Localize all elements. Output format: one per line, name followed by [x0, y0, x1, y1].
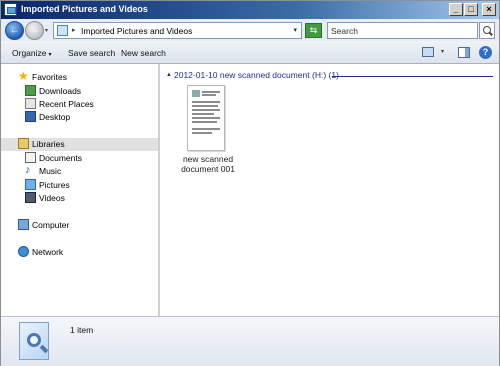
command-bar: Organize ▾ Save search New search ▾ ? — [1, 41, 499, 64]
libraries-icon — [18, 138, 29, 149]
change-view-icon[interactable] — [422, 47, 434, 57]
file-name: new scanned document 001 — [174, 154, 242, 174]
new-search-button[interactable]: New search — [121, 48, 166, 58]
recent-places-icon — [25, 98, 36, 109]
help-icon[interactable]: ? — [479, 46, 492, 59]
details-pane: 1 item — [1, 316, 499, 366]
sidebar-item-desktop[interactable]: Desktop — [1, 111, 158, 124]
search-input[interactable]: Search — [327, 22, 478, 39]
explorer-window: Imported Pictures and Videos _ □ × ← → ▾… — [0, 0, 500, 366]
window-title: Imported Pictures and Videos — [21, 4, 148, 14]
folder-pictures-icon — [4, 3, 17, 16]
collapse-group-icon[interactable]: ▲ — [166, 72, 172, 78]
sidebar-item-label: Desktop — [39, 112, 71, 122]
sidebar-item-recent-places[interactable]: Recent Places — [1, 98, 158, 111]
view-options-dropdown-icon[interactable]: ▾ — [441, 48, 444, 55]
file-name-line: new scanned — [182, 154, 234, 164]
sidebar-item-favorites[interactable]: ★ Favorites — [1, 69, 158, 84]
breadcrumb-item[interactable]: Imported Pictures and Videos — [81, 26, 192, 36]
sidebar-item-label: Videos — [39, 193, 65, 203]
star-icon: ★ — [18, 69, 29, 83]
search-results-icon — [19, 322, 49, 360]
sidebar-item-label: Recent Places — [39, 99, 94, 109]
group-title: 2012-01-10 new scanned document (H:) (1) — [174, 70, 339, 80]
videos-icon — [25, 192, 36, 203]
sidebar-item-videos[interactable]: Videos — [1, 192, 158, 205]
computer-icon — [18, 219, 29, 230]
item-count: 1 item — [70, 325, 94, 335]
pictures-icon — [25, 179, 36, 190]
sidebar-item-pictures[interactable]: Pictures — [1, 179, 158, 192]
sidebar-item-label: Documents — [39, 153, 82, 163]
sidebar-item-label: Computer — [32, 220, 70, 230]
file-item[interactable]: new scanned document 001 — [180, 84, 240, 176]
address-row: ← → ▾ ▸ Imported Pictures and Videos ▾ ⇆… — [1, 19, 499, 41]
sidebar-item-label: Network — [32, 247, 64, 257]
close-button[interactable]: × — [482, 3, 496, 16]
minimize-button[interactable]: _ — [449, 3, 463, 16]
organize-label: Organize — [12, 48, 47, 58]
group-header[interactable]: ▲ 2012-01-10 new scanned document (H:) (… — [166, 70, 493, 82]
sidebar-item-label: Music — [39, 166, 62, 176]
sidebar-item-downloads[interactable]: Downloads — [1, 85, 158, 98]
file-list-pane[interactable]: ▲ 2012-01-10 new scanned document (H:) (… — [160, 64, 499, 316]
sidebar-item-label: Favorites — [32, 72, 67, 82]
breadcrumb-separator-icon[interactable]: ▸ — [72, 26, 76, 34]
sidebar-item-computer[interactable]: Computer — [1, 219, 158, 232]
sidebar-item-libraries[interactable]: Libraries — [1, 138, 158, 151]
title-bar[interactable]: Imported Pictures and Videos _ □ × — [1, 1, 499, 19]
sidebar-item-label: Libraries — [32, 139, 65, 149]
documents-icon — [25, 152, 36, 163]
sidebar-item-label: Downloads — [39, 86, 82, 96]
desktop-icon — [25, 111, 36, 122]
recent-pages-dropdown-icon[interactable]: ▾ — [45, 27, 48, 34]
address-bar[interactable]: ▸ Imported Pictures and Videos ▾ — [53, 22, 302, 39]
maximize-button[interactable]: □ — [464, 3, 478, 16]
file-name-line: document 001 — [181, 164, 235, 174]
group-divider — [332, 76, 493, 77]
location-icon — [57, 25, 68, 36]
organize-button[interactable]: Organize ▾ — [12, 48, 52, 58]
address-history-dropdown-icon[interactable]: ▾ — [293, 26, 297, 34]
sidebar-item-network[interactable]: Network — [1, 246, 158, 259]
preview-pane-icon[interactable] — [458, 47, 470, 58]
back-button[interactable]: ← — [5, 21, 24, 40]
forward-button[interactable]: → — [25, 21, 44, 40]
network-icon — [18, 246, 29, 257]
music-icon: ♪ — [25, 164, 31, 176]
search-icon[interactable] — [479, 22, 495, 39]
save-search-button[interactable]: Save search — [68, 48, 115, 58]
document-thumbnail-icon — [187, 85, 225, 151]
downloads-icon — [25, 85, 36, 96]
navigation-pane: ★ Favorites Downloads Recent Places Desk… — [1, 64, 159, 316]
sidebar-item-label: Pictures — [39, 180, 70, 190]
refresh-button[interactable]: ⇆ — [305, 23, 322, 38]
sidebar-item-music[interactable]: ♪ Music — [1, 165, 158, 178]
chevron-down-icon: ▾ — [48, 52, 52, 58]
